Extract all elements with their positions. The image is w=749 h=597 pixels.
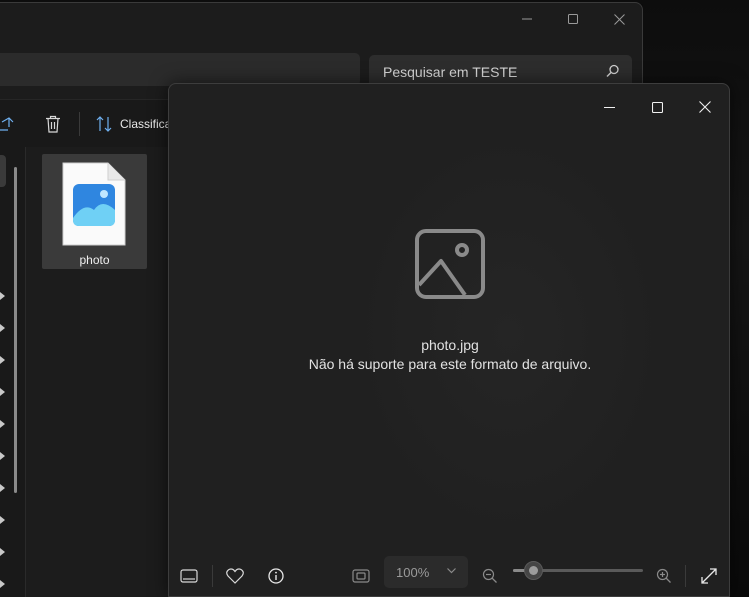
share-button[interactable] [0, 100, 14, 148]
chevron-right-icon[interactable] [0, 292, 5, 300]
chevron-right-icon[interactable] [0, 356, 5, 364]
chevron-right-icon[interactable] [0, 580, 5, 588]
zoom-out-icon [482, 568, 497, 583]
file-name: photo [79, 253, 110, 267]
zoom-slider[interactable] [513, 561, 643, 580]
zoom-level-dropdown[interactable]: 100% [384, 556, 468, 588]
chevron-right-icon[interactable] [0, 420, 5, 428]
delete-button[interactable] [45, 100, 61, 148]
share-icon [0, 117, 14, 131]
nav-selected-item[interactable] [0, 155, 6, 187]
image-placeholder-icon [415, 229, 485, 299]
file-item[interactable]: photo [42, 154, 147, 269]
chevron-right-icon[interactable] [0, 388, 5, 396]
chevron-right-icon[interactable] [0, 324, 5, 332]
zoom-in-button[interactable] [648, 560, 680, 592]
zoom-in-icon [656, 568, 671, 583]
explorer-caption-buttons [504, 3, 642, 35]
viewer-caption-buttons [585, 84, 729, 130]
viewer-background [349, 124, 669, 544]
search-icon [606, 64, 619, 78]
zoom-out-button[interactable] [474, 560, 506, 592]
sort-button[interactable]: Classificar [96, 100, 175, 148]
explorer-close-button[interactable] [596, 3, 642, 35]
minimize-icon [603, 106, 615, 108]
close-icon [613, 13, 625, 25]
expand-icon [701, 568, 717, 584]
full-screen-button[interactable] [693, 560, 725, 592]
search-placeholder: Pesquisar em TESTE [383, 63, 518, 80]
maximize-icon [568, 14, 578, 24]
viewer-minimize-button[interactable] [585, 84, 633, 130]
viewer-filename: photo.jpg [421, 337, 479, 353]
sort-icon [96, 116, 112, 132]
navigation-pane [0, 147, 26, 597]
explorer-maximize-button[interactable] [550, 3, 596, 35]
viewer-close-button[interactable] [681, 84, 729, 130]
close-icon [699, 101, 711, 113]
filmstrip-button[interactable] [173, 560, 205, 592]
info-button[interactable] [260, 560, 292, 592]
chevron-right-icon[interactable] [0, 548, 5, 556]
address-bar[interactable] [0, 53, 360, 86]
nav-scrollbar[interactable] [14, 167, 17, 493]
chevron-down-icon [447, 568, 456, 574]
filmstrip-icon [180, 569, 198, 583]
zoom-level-value: 100% [396, 564, 430, 580]
minimize-icon [522, 18, 532, 20]
trash-icon [46, 115, 60, 133]
maximize-icon [651, 101, 663, 113]
chevron-right-icon[interactable] [0, 484, 5, 492]
viewer-bottom-toolbar: 100% [169, 554, 729, 596]
actual-size-button[interactable] [345, 560, 377, 592]
favorite-button[interactable] [219, 560, 251, 592]
unsupported-format-message: Não há suporte para este formato de arqu… [308, 356, 592, 372]
photo-viewer-window: photo.jpg Não há suporte para este forma… [168, 83, 730, 597]
explorer-minimize-button[interactable] [504, 3, 550, 35]
actual-size-icon [352, 569, 370, 583]
image-file-icon [62, 162, 126, 246]
heart-icon [226, 568, 244, 584]
zoom-slider-thumb[interactable] [523, 561, 543, 580]
toolbar-divider [212, 565, 213, 587]
chevron-right-icon[interactable] [0, 516, 5, 524]
toolbar-divider [685, 565, 686, 587]
chevron-right-icon[interactable] [0, 452, 5, 460]
viewer-maximize-button[interactable] [633, 84, 681, 130]
info-icon [268, 568, 284, 584]
toolbar-divider [79, 112, 80, 136]
